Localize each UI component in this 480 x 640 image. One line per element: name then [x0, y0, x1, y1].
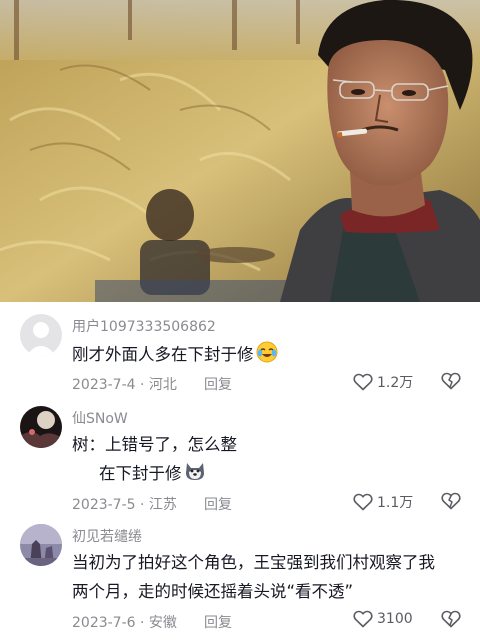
avatar[interactable]	[20, 406, 62, 448]
avatar[interactable]	[20, 524, 62, 566]
dislike-button[interactable]	[441, 610, 461, 632]
avatar-image	[20, 524, 62, 566]
like-button[interactable]: 3100	[353, 610, 413, 628]
comment-text: 当初为了拍好这个角色，王宝强到我们村观察了我 两个月，走的时候还摇着头说“看不透…	[72, 548, 435, 606]
like-count: 3100	[377, 611, 413, 627]
comment-date-location: 2023-7-5 · 江苏	[72, 497, 177, 513]
reply-button[interactable]: 回复	[204, 374, 232, 394]
comment-text-line-2: 在下封于修	[72, 459, 237, 491]
comment-username[interactable]: 仙SNoW	[72, 408, 128, 428]
like-button[interactable]: 1.2万	[353, 372, 413, 392]
broken-heart-icon	[441, 610, 461, 628]
reply-button[interactable]: 回复	[204, 494, 232, 514]
comment-date-location: 2023-7-6 · 安徽	[72, 615, 177, 631]
broken-heart-icon	[441, 372, 461, 390]
dislike-button[interactable]	[441, 492, 461, 514]
like-count: 1.1万	[377, 495, 414, 511]
avatar-image	[20, 406, 62, 448]
avatar[interactable]	[20, 314, 62, 356]
comment-text-line: 当初为了拍好这个角色，王宝强到我们村观察了我	[72, 553, 435, 572]
comment-date-location: 2023-7-4 · 河北	[72, 377, 177, 393]
comment-text-line: 两个月，走的时候还摇着头说“看不透”	[72, 582, 354, 601]
like-button[interactable]: 1.1万	[353, 492, 413, 512]
husky-emoji-icon	[184, 460, 206, 491]
heart-outline-icon	[353, 610, 373, 628]
default-avatar-icon	[20, 314, 62, 356]
crying-laugh-emoji-icon	[256, 341, 278, 372]
video-still[interactable]	[0, 0, 480, 302]
comment-text-line: 树：上错号了，怎么整	[72, 435, 237, 454]
movie-still-image	[0, 0, 480, 302]
reply-button[interactable]: 回复	[204, 612, 232, 632]
comment-text-line: 刚才外面人多在下封于修	[72, 345, 254, 364]
comment-text: 树：上错号了，怎么整 在下封于修	[72, 430, 237, 491]
comment-username[interactable]: 用户1097333506862	[72, 316, 216, 336]
like-count: 1.2万	[377, 375, 414, 391]
comment-list: 用户1097333506862 刚才外面人多在下封于修 2023-7-4 · 河…	[0, 302, 480, 640]
heart-outline-icon	[353, 373, 373, 391]
broken-heart-icon	[441, 492, 461, 510]
dislike-button[interactable]	[441, 372, 461, 394]
comment-text-line: 在下封于修	[99, 464, 182, 483]
comment-username[interactable]: 初见若缱绻	[72, 526, 142, 546]
heart-outline-icon	[353, 493, 373, 511]
comment-text: 刚才外面人多在下封于修	[72, 340, 278, 372]
